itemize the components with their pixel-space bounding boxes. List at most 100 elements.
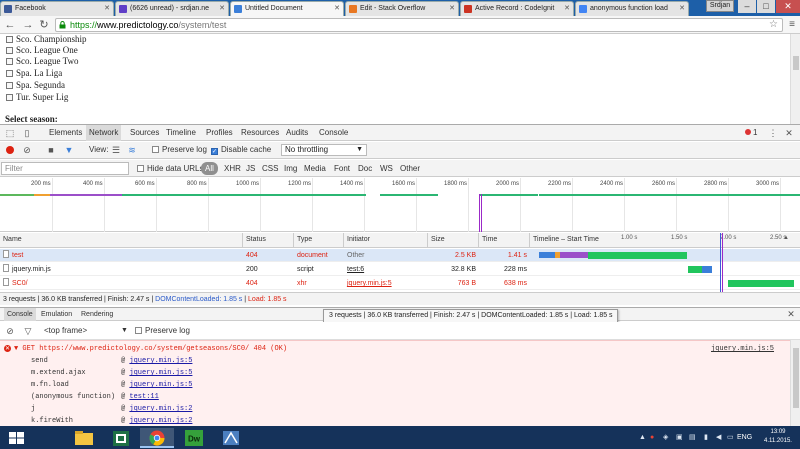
stack-source-link[interactable]: test:11	[129, 393, 158, 401]
request-initiator-link[interactable]: test:6	[344, 263, 428, 276]
close-icon[interactable]: ✕	[334, 2, 340, 16]
network-icon[interactable]: ◈	[663, 433, 668, 442]
back-button[interactable]: ←	[4, 18, 16, 32]
close-icon[interactable]: ✕	[564, 2, 570, 16]
column-status[interactable]: Status	[243, 233, 294, 247]
close-icon[interactable]: ✕	[104, 2, 110, 16]
close-window-button[interactable]: ✕	[776, 0, 800, 13]
checkbox[interactable]	[6, 94, 13, 101]
page-scrollbar[interactable]	[790, 34, 800, 124]
filter-ws[interactable]: WS	[378, 162, 395, 175]
filter-doc[interactable]: Doc	[356, 162, 374, 175]
minimize-button[interactable]: –	[738, 0, 756, 13]
disable-cache-toggle[interactable]: ✓ Disable cache	[211, 142, 271, 158]
checkbox-checked[interactable]: ✓	[211, 148, 218, 155]
network-overview[interactable]: 200 ms 400 ms 600 ms 800 ms 1000 ms 1200…	[0, 178, 800, 232]
drawer-tab-console[interactable]: Console	[4, 308, 36, 321]
battery-icon[interactable]: ▭	[727, 433, 734, 442]
profile-button[interactable]: Srdjan	[706, 0, 734, 12]
overview-icon[interactable]: ≋	[127, 145, 137, 155]
error-request-line[interactable]: ▼ GET https://www.predictology.co/system…	[14, 343, 287, 355]
devtools-tab-console[interactable]: Console	[316, 125, 351, 141]
filter-all[interactable]: All	[201, 162, 218, 175]
devtools-tab-timeline[interactable]: Timeline	[163, 125, 199, 141]
file-explorer-taskbar-button[interactable]	[67, 428, 101, 448]
devtools-tab-elements[interactable]: Elements	[46, 125, 85, 141]
browser-tab-untitled-document[interactable]: Untitled Document ✕	[230, 1, 344, 16]
league-option[interactable]: Sco. League One	[6, 45, 78, 56]
close-drawer-icon[interactable]: ✕	[786, 309, 796, 319]
browser-tab-facebook[interactable]: Facebook ✕	[0, 1, 114, 16]
request-row[interactable]: test 404 document Other 2.5 KB 1.41 s	[0, 249, 800, 262]
clear-icon[interactable]: ⊘	[22, 145, 32, 155]
checkbox[interactable]	[152, 146, 159, 153]
clear-console-icon[interactable]: ⊘	[5, 326, 15, 336]
drawer-tab-emulation[interactable]: Emulation	[38, 308, 75, 321]
devtools-tab-network[interactable]: Network	[86, 125, 122, 141]
devtools-tab-audits[interactable]: Audits	[283, 125, 311, 141]
notes-icon[interactable]: ▤	[689, 433, 696, 442]
checkbox[interactable]	[6, 82, 13, 89]
filter-media[interactable]: Media	[302, 162, 328, 175]
hide-data-urls-toggle[interactable]: Hide data URLs	[135, 162, 205, 175]
checkbox[interactable]	[6, 70, 13, 77]
capture-screenshots-icon[interactable]: ■	[46, 145, 56, 155]
filter-input[interactable]: Filter	[1, 162, 129, 175]
input-language-indicator[interactable]: ENG	[737, 426, 752, 449]
maximize-button[interactable]: □	[757, 0, 775, 13]
inspect-element-icon[interactable]: ⬚	[5, 128, 15, 138]
forward-button[interactable]: →	[22, 18, 34, 32]
dreamweaver-taskbar-button[interactable]: Dw	[177, 428, 211, 448]
request-row[interactable]: jquery.min.js 200 script test:6 32.8 KB …	[0, 263, 800, 276]
column-type[interactable]: Type	[294, 233, 344, 247]
request-initiator-link[interactable]: jquery.min.js:5	[344, 277, 428, 290]
excel-taskbar-button[interactable]	[104, 428, 138, 448]
taskbar-clock[interactable]: 13:09 4.11.2015.	[760, 428, 796, 446]
chrome-taskbar-button[interactable]	[140, 428, 174, 448]
column-size[interactable]: Size	[428, 233, 479, 247]
league-option[interactable]: Sco. League Two	[6, 56, 78, 67]
address-bar[interactable]: https://www.predictology.co/system/test …	[55, 18, 783, 32]
filter-xhr[interactable]: XHR	[222, 162, 243, 175]
column-name[interactable]: Name	[0, 233, 243, 247]
browser-tab-codeigniter[interactable]: Active Record : CodeIgnit ✕	[460, 1, 574, 16]
checkbox[interactable]	[6, 58, 13, 65]
error-source-link[interactable]: jquery.min.js:5	[711, 343, 774, 355]
app-tray-icon[interactable]: ▣	[676, 433, 683, 442]
filter-icon[interactable]: ▽	[23, 326, 33, 336]
frame-selector[interactable]: <top frame>	[44, 322, 87, 340]
start-button[interactable]	[0, 428, 34, 448]
request-row[interactable]: SC0/ 404 xhr jquery.min.js:5 763 B 638 m…	[0, 277, 800, 290]
show-hidden-icons-icon[interactable]: ▲	[639, 433, 646, 442]
drawer-tab-rendering[interactable]: Rendering	[78, 308, 116, 321]
browser-tab-google[interactable]: anonymous function load ✕	[575, 1, 689, 16]
column-initiator[interactable]: Initiator	[344, 233, 428, 247]
stack-source-link[interactable]: jquery.min.js:5	[129, 381, 192, 389]
stack-source-link[interactable]: jquery.min.js:2	[129, 417, 192, 425]
column-time[interactable]: Time	[479, 233, 530, 247]
sql-tool-taskbar-button[interactable]	[214, 428, 248, 448]
signal-icon[interactable]: ▮	[704, 433, 708, 442]
devtools-tab-resources[interactable]: Resources	[238, 125, 282, 141]
filter-icon[interactable]: ▼	[64, 145, 74, 155]
stack-source-link[interactable]: jquery.min.js:5	[129, 357, 192, 365]
large-rows-icon[interactable]: ☰	[111, 145, 121, 155]
browser-tab-stack-overflow[interactable]: Edit - Stack Overflow ✕	[345, 1, 459, 16]
checkbox[interactable]	[135, 327, 142, 334]
reload-button[interactable]: ↻	[38, 18, 50, 32]
close-icon[interactable]: ✕	[219, 2, 225, 16]
filter-css[interactable]: CSS	[260, 162, 280, 175]
league-option[interactable]: Spa. La Liga	[6, 68, 62, 79]
scrollbar-thumb[interactable]	[793, 56, 799, 70]
volume-icon[interactable]: ◀	[716, 433, 721, 442]
filter-img[interactable]: Img	[282, 162, 299, 175]
preserve-log-toggle[interactable]: Preserve log	[152, 142, 207, 158]
devtools-tab-profiles[interactable]: Profiles	[203, 125, 236, 141]
column-timeline[interactable]: Timeline – Start Time	[530, 233, 800, 247]
devtools-tab-sources[interactable]: Sources	[127, 125, 162, 141]
bookmark-star-icon[interactable]: ☆	[769, 19, 778, 31]
sort-ascending-icon[interactable]: ▲	[783, 235, 789, 241]
close-icon[interactable]: ✕	[449, 2, 455, 16]
antivirus-icon[interactable]: ●	[650, 433, 654, 442]
checkbox[interactable]	[6, 36, 13, 43]
